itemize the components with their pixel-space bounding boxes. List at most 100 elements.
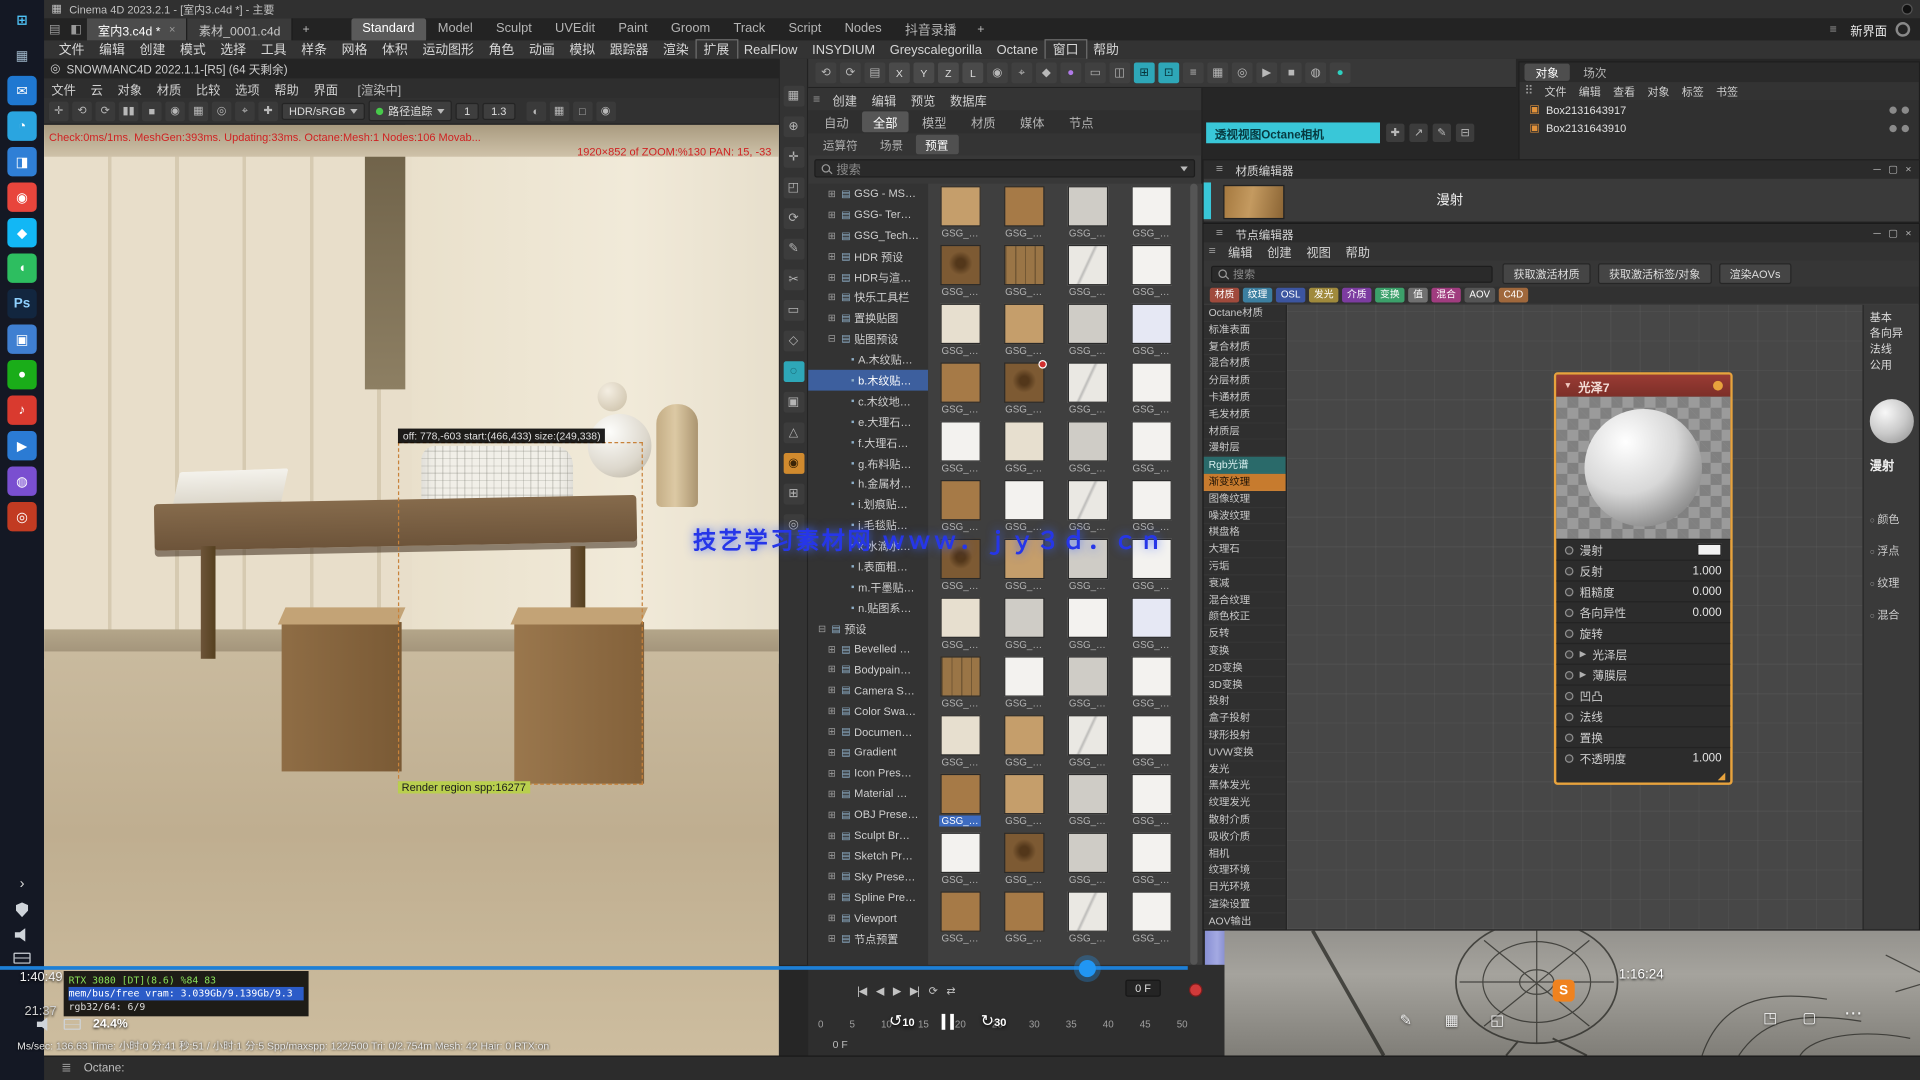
toolbar-icon-16[interactable]: ▦ (1207, 62, 1228, 83)
input-pin[interactable] (1565, 670, 1574, 679)
tool-icon-12[interactable]: ◉ (783, 453, 804, 474)
tool-icon-7[interactable]: ▭ (783, 300, 804, 321)
tree-item-32[interactable]: ⊞▤Sketch Pr… (808, 846, 928, 867)
param-value[interactable]: 0.000 (1693, 585, 1722, 598)
asset-thumb-1-2[interactable]: GSG_… (1056, 242, 1120, 301)
record-button[interactable] (1189, 983, 1202, 996)
node-type-14[interactable]: 大理石 (1204, 541, 1286, 558)
visibility-dots[interactable] (1889, 124, 1909, 131)
node-type-12[interactable]: 噪波纹理 (1204, 508, 1286, 525)
document-tab-1[interactable]: 素材_0001.c4d (188, 18, 293, 40)
close-tab-icon[interactable]: × (169, 23, 175, 35)
layout-tab-2[interactable]: Sculpt (485, 18, 543, 41)
octane-tool-icon-3[interactable]: ▮▮ (119, 101, 139, 121)
menu-item-14[interactable]: 渲染 (656, 40, 696, 58)
tree-item-15[interactable]: ▪i.划痕贴… (808, 494, 928, 515)
asset-thumb-1-3[interactable]: GSG_… (1119, 242, 1183, 301)
input-pin[interactable] (1565, 608, 1574, 617)
fullscreen-icon[interactable]: ▢ (1802, 1009, 1816, 1026)
octane-tool-icon-7[interactable]: ◎ (212, 101, 232, 121)
transport-icon-1[interactable]: ◀ (876, 984, 883, 997)
node-type-33[interactable]: 纹理环境 (1204, 862, 1286, 879)
object-row-1[interactable]: ▣Box2131643910 (1520, 119, 1919, 137)
attr-param-2[interactable]: 纹理 (1866, 572, 1916, 593)
expand-icon[interactable]: ⊞ (828, 664, 838, 675)
ui-toggle[interactable] (1896, 22, 1911, 37)
toolbar-icon-9[interactable]: ◆ (1036, 62, 1057, 83)
node-category-chip-9[interactable]: C4D (1499, 288, 1528, 303)
asset-thumb-7-3[interactable]: GSG_… (1119, 595, 1183, 654)
video-app-icon[interactable]: ▶ (7, 431, 36, 460)
asset-thumb-8-1[interactable]: GSG_… (992, 654, 1056, 713)
asset-thumb-11-1[interactable]: GSG_… (992, 830, 1056, 889)
node-search-input[interactable]: 搜索 (1211, 265, 1493, 282)
menu-item-11[interactable]: 动画 (522, 40, 562, 58)
tree-item-5[interactable]: ⊞▤快乐工具栏 (808, 287, 928, 308)
menu-item-3[interactable]: 模式 (173, 40, 213, 58)
window-control-icon[interactable] (1902, 4, 1913, 15)
color-swatch[interactable] (1697, 544, 1721, 556)
skip-forward-button[interactable]: ↻30 (981, 1011, 1007, 1031)
asset-thumb-8-3[interactable]: GSG_… (1119, 654, 1183, 713)
layout-tab-3[interactable]: UVEdit (544, 18, 606, 41)
filter-tab-2[interactable]: 模型 (911, 111, 958, 132)
display-icon[interactable] (64, 1019, 81, 1030)
layout-tab-8[interactable]: Nodes (834, 18, 893, 41)
octane-tool-icon-0[interactable]: ✛ (49, 101, 69, 121)
node-type-17[interactable]: 混合纹理 (1204, 592, 1286, 609)
octane-view-icon-3[interactable]: ◉ (596, 101, 616, 121)
tree-item-23[interactable]: ⊞▤Bodypain… (808, 659, 928, 680)
octane-view-icon-0[interactable]: ◐ (526, 101, 546, 121)
om-menu-3[interactable]: 对象 (1641, 83, 1675, 99)
expand-icon[interactable]: ⊞ (828, 230, 838, 241)
octane-view-icon-2[interactable]: □ (573, 101, 593, 121)
menu-item-19[interactable]: Octane (989, 42, 1045, 57)
menu-item-17[interactable]: INSYDIUM (805, 42, 883, 57)
menu-item-12[interactable]: 模拟 (562, 40, 602, 58)
mute-icon[interactable] (37, 1018, 52, 1031)
toolbar-icon-14[interactable]: ⊡ (1158, 62, 1179, 83)
asset-thumb-10-0[interactable]: GSG_… (928, 771, 992, 830)
menu-item-18[interactable]: Greyscalegorilla (882, 42, 989, 57)
tree-item-7[interactable]: ⊟▤贴图预设 (808, 328, 928, 349)
filter-tab-4[interactable]: 媒体 (1009, 111, 1056, 132)
pause-button[interactable] (942, 1013, 954, 1029)
input-pin[interactable] (1565, 691, 1574, 700)
node-category-chip-8[interactable]: AOV (1465, 288, 1495, 303)
node-type-13[interactable]: 棋盘格 (1204, 525, 1286, 542)
hamburger-icon[interactable]: ≡ (1211, 227, 1228, 240)
tree-item-11[interactable]: ▪e.大理石… (808, 411, 928, 432)
frame-start-field[interactable]: 0 F (833, 1038, 848, 1050)
expand-icon[interactable]: ▶ (1580, 670, 1587, 680)
expand-icon[interactable]: ⊞ (828, 292, 838, 303)
layout-tab-1[interactable]: Model (427, 18, 484, 41)
toolbar-icon-3[interactable]: X (889, 62, 910, 83)
explorer-icon[interactable]: ▣ (7, 324, 36, 353)
toolbar-icon-2[interactable]: ▤ (864, 62, 885, 83)
hamburger-icon[interactable]: ≡ (1211, 163, 1228, 176)
tree-item-34[interactable]: ⊞▤Spline Pre… (808, 887, 928, 908)
asset-thumb-3-0[interactable]: GSG_… (928, 360, 992, 419)
chrome-icon[interactable]: ◉ (7, 182, 36, 211)
render-region-box[interactable] (398, 442, 643, 785)
attr-section-0[interactable]: 基本 (1866, 309, 1895, 326)
asset-thumb-2-1[interactable]: GSG_… (992, 301, 1056, 360)
asset-thumb-2-0[interactable]: GSG_… (928, 301, 992, 360)
octane-menu-6[interactable]: 帮助 (267, 79, 306, 97)
input-pin[interactable] (1565, 566, 1574, 575)
node-editor-menu-0[interactable]: 编辑 (1221, 242, 1260, 260)
toolbar-icon-7[interactable]: ◉ (987, 62, 1008, 83)
browser-menu-0[interactable]: 创建 (825, 90, 864, 108)
attr-param-3[interactable]: 混合 (1866, 604, 1916, 625)
menu-item-2[interactable]: 创建 (132, 40, 172, 58)
material-side-tab[interactable] (1204, 182, 1211, 219)
tree-item-12[interactable]: ▪f.大理石… (808, 432, 928, 453)
evernote-icon[interactable]: ◖ (7, 253, 36, 282)
expand-icon[interactable]: ⊞ (828, 313, 838, 324)
wireframe-viewport[interactable]: S 1:16:24 ✎ ▦ ◱ ◳ ▢ ⋯ (1224, 931, 1920, 1056)
layout-tab-7[interactable]: Script (777, 18, 832, 41)
expand-icon[interactable]: ⊞ (828, 788, 838, 799)
wechat-icon[interactable]: ● (7, 360, 36, 389)
node-param-1[interactable]: 反射1.000 (1556, 560, 1730, 581)
octane-tool-icon-6[interactable]: ▦ (189, 101, 209, 121)
